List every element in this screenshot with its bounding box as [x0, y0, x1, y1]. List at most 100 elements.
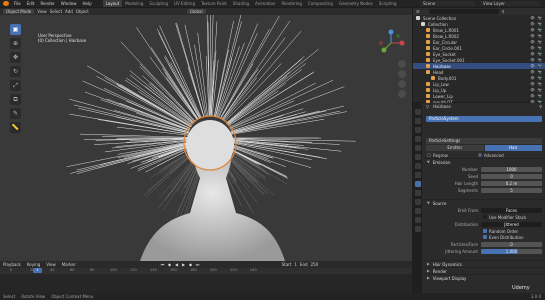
regrow-checkbox[interactable]: Regrow	[427, 152, 448, 158]
data-tab-icon[interactable]	[414, 208, 421, 214]
tool-tab-icon[interactable]	[414, 109, 421, 115]
tab-animation[interactable]: Animation	[252, 0, 278, 7]
tab-modeling[interactable]: Modeling	[122, 0, 146, 7]
select-menu[interactable]: Select	[50, 9, 62, 14]
outliner-row[interactable]: Collection 👁 📷	[413, 21, 545, 27]
emit-from-dropdown[interactable]: Faces	[481, 207, 542, 213]
pin-icon[interactable]: ⚲	[539, 104, 542, 109]
perspective-toggle-icon[interactable]	[398, 90, 406, 98]
eye-visibility-icon[interactable]: 👁	[530, 70, 534, 74]
segments-field[interactable]: 5	[481, 187, 542, 193]
particles-tab-icon[interactable]	[414, 181, 421, 187]
camera-render-icon[interactable]: 📷	[538, 34, 542, 38]
tab-compositing[interactable]: Compositing	[305, 0, 336, 7]
eye-visibility-icon[interactable]: 👁	[530, 76, 534, 80]
object-mode-dropdown[interactable]: Object Mode	[3, 9, 35, 14]
tab-geometry-nodes[interactable]: Geometry Nodes	[336, 0, 376, 7]
viewport-display-section-header[interactable]: ▶ Viewport Display	[423, 274, 545, 281]
use-modifier-stack-checkbox[interactable]: Use Modifier Stack	[423, 214, 545, 220]
camera-render-icon[interactable]: 📷	[538, 88, 542, 92]
camera-render-icon[interactable]: 📷	[538, 64, 542, 68]
view-menu[interactable]: View	[37, 9, 47, 14]
type-hair-button[interactable]: Hair	[484, 145, 542, 151]
menu-window[interactable]: Window	[58, 1, 80, 6]
tab-shading[interactable]: Shading	[230, 0, 252, 7]
particles-face-field[interactable]: 0	[481, 241, 542, 247]
particle-system-slot[interactable]: ParticleSystem	[426, 116, 542, 122]
outliner-row[interactable]: Hairbase 👁 📷	[413, 63, 545, 69]
view-menu-timeline[interactable]: View	[46, 262, 56, 267]
add-menu[interactable]: Add	[65, 9, 73, 14]
navigation-gizmo[interactable]	[376, 28, 406, 58]
object-tab-icon[interactable]	[414, 163, 421, 169]
seed-field[interactable]: 0	[481, 173, 542, 179]
keying-menu[interactable]: Keying	[27, 262, 40, 267]
play-icon[interactable]: ▶	[181, 262, 186, 267]
jittering-slider[interactable]: 1.000	[481, 248, 542, 254]
hair-length-field[interactable]: 0.2 m	[481, 180, 542, 186]
camera-render-icon[interactable]: 📷	[538, 82, 542, 86]
start-frame-field[interactable]: 1	[294, 262, 297, 267]
hair-dynamics-section-header[interactable]: ▶ Hair Dynamics	[423, 260, 545, 267]
tab-rendering[interactable]: Rendering	[278, 0, 304, 7]
end-frame-field[interactable]: 250	[311, 262, 319, 267]
scene-selector[interactable]: Scene	[420, 1, 475, 6]
eye-visibility-icon[interactable]: 👁	[530, 88, 534, 92]
physics-tab-icon[interactable]	[414, 190, 421, 196]
outliner-search-input[interactable]	[428, 9, 499, 14]
prev-key-icon[interactable]: ◆	[167, 262, 172, 267]
orientation-dropdown[interactable]: Global	[186, 9, 206, 14]
transform-icon[interactable]: ⧉	[10, 94, 21, 105]
timeline-track[interactable]	[0, 274, 412, 294]
tab-sculpting[interactable]: Sculpting	[146, 0, 171, 7]
camera-render-icon[interactable]: 📷	[538, 40, 542, 44]
menu-help[interactable]: Help	[79, 1, 94, 6]
tab-layout[interactable]: Layout	[102, 0, 123, 7]
menu-render[interactable]: Render	[37, 1, 57, 6]
menu-edit[interactable]: Edit	[24, 1, 38, 6]
3d-viewport[interactable]: Object Mode View Select Add Object Globa…	[0, 8, 412, 261]
advanced-checkbox[interactable]: Advanced	[468, 152, 504, 158]
eye-visibility-icon[interactable]: 👁	[530, 22, 534, 26]
camera-render-icon[interactable]: 📷	[538, 58, 542, 62]
emission-section-header[interactable]: ▼ Emission	[423, 158, 545, 165]
particle-settings-field[interactable]: ParticleSettings	[426, 138, 542, 144]
current-frame-indicator[interactable]: 1	[33, 268, 42, 273]
outliner-row[interactable]: Ear_Circular 👁 📷	[413, 39, 545, 45]
properties-panel[interactable]: ▽ Hairbase ⚲ ParticleSystem ParticleSett…	[413, 103, 545, 293]
eye-visibility-icon[interactable]: 👁	[530, 64, 534, 68]
view-layer-tab-icon[interactable]	[414, 136, 421, 142]
object-menu[interactable]: Object	[76, 9, 89, 14]
camera-render-icon[interactable]: 📷	[538, 52, 542, 56]
outliner-display-mode-icon[interactable]: ☰	[416, 9, 420, 14]
filter-icon[interactable]: ⚲	[502, 9, 505, 14]
playback-menu[interactable]: Playback	[3, 262, 21, 267]
outliner-row[interactable]: Lower_Lip 👁 📷	[413, 93, 545, 99]
render-tab-icon[interactable]	[414, 118, 421, 124]
constraints-tab-icon[interactable]	[414, 199, 421, 205]
outliner-row[interactable]: Scene Collection 👁 📷	[413, 15, 545, 21]
scale-icon[interactable]: ⤢	[10, 80, 21, 91]
camera-render-icon[interactable]: 📷	[538, 76, 542, 80]
eye-visibility-icon[interactable]: 👁	[530, 34, 534, 38]
tab-texture-paint[interactable]: Texture Paint	[198, 0, 230, 7]
number-field[interactable]: 1000	[481, 166, 542, 172]
eye-visibility-icon[interactable]: 👁	[530, 58, 534, 62]
camera-render-icon[interactable]: 📷	[538, 16, 542, 20]
outliner-row[interactable]: Brow_L.R001 👁 📷	[413, 27, 545, 33]
move-icon[interactable]: ✥	[10, 52, 21, 63]
blender-logo-icon[interactable]	[3, 1, 9, 6]
outliner-row[interactable]: Lip_Low 👁 📷	[413, 81, 545, 87]
measure-icon[interactable]: 📏	[10, 122, 21, 133]
render-section-header[interactable]: ▶ Render	[423, 267, 545, 274]
outliner-row[interactable]: Eye_Socket.001 👁 📷	[413, 57, 545, 63]
eye-visibility-icon[interactable]: 👁	[530, 52, 534, 56]
menu-file[interactable]: File	[11, 1, 24, 6]
marker-menu[interactable]: Marker	[62, 262, 76, 267]
tab-uv-editing[interactable]: UV Editing	[171, 0, 198, 7]
outliner-row[interactable]: Lip_Up 👁 📷	[413, 87, 545, 93]
next-key-icon[interactable]: ◆	[188, 262, 193, 267]
outliner-row[interactable]: Brow_L.R002 👁 📷	[413, 33, 545, 39]
outliner-panel[interactable]: ☰ ⚲ Scene Collection 👁 📷 Collection 👁 📷 Brow_L…	[413, 8, 545, 105]
camera-view-icon[interactable]	[398, 80, 406, 88]
